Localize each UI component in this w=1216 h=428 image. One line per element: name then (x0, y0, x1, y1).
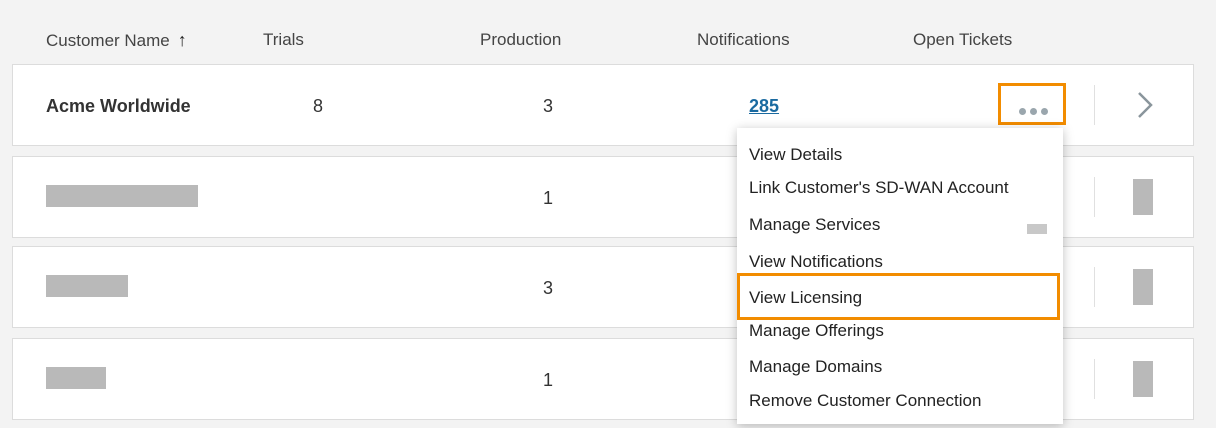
more-horizontal-icon (1019, 102, 1052, 120)
column-header-trials[interactable]: Trials (263, 30, 304, 50)
menu-item-manage-offerings[interactable]: Manage Offerings (749, 316, 884, 346)
production-count: 1 (543, 188, 554, 208)
redacted-customer-name (46, 185, 198, 207)
more-actions-button[interactable] (998, 83, 1066, 125)
column-header-notifications[interactable]: Notifications (697, 30, 790, 50)
divider (1094, 359, 1095, 399)
column-header-production[interactable]: Production (480, 30, 561, 50)
redacted-customer-name (46, 275, 128, 297)
column-header-open-tickets[interactable]: Open Tickets (913, 30, 1012, 50)
divider (1094, 177, 1095, 217)
column-header-customer-name[interactable]: Customer Name ↑ (46, 30, 187, 51)
redacted-action (1133, 361, 1153, 397)
sort-ascending-icon[interactable]: ↑ (178, 30, 187, 51)
table-header: Customer Name ↑ Trials Production Notific… (0, 0, 1216, 56)
divider (1094, 85, 1095, 125)
menu-item-link-sdwan-account[interactable]: Link Customer's SD-WAN Account (749, 173, 1009, 203)
menu-item-manage-domains[interactable]: Manage Domains (749, 352, 882, 382)
divider (1094, 267, 1095, 307)
chevron-right-icon[interactable] (1131, 87, 1159, 123)
redacted-action (1133, 179, 1153, 215)
highlight-box (737, 273, 1060, 320)
production-count: 1 (543, 370, 554, 390)
redacted-action (1133, 269, 1153, 305)
column-label: Customer Name (46, 31, 170, 50)
redacted-customer-name (46, 367, 106, 389)
customer-name[interactable]: Acme Worldwide (46, 65, 191, 147)
trials-count: 8 (313, 96, 324, 116)
menu-item-view-details[interactable]: View Details (749, 140, 842, 170)
menu-item-remove-customer-connection[interactable]: Remove Customer Connection (749, 386, 981, 416)
menu-item-manage-services[interactable]: Manage Services (749, 210, 880, 240)
redacted-badge (1027, 224, 1047, 234)
production-count: 3 (543, 96, 554, 116)
production-count: 3 (543, 278, 554, 298)
